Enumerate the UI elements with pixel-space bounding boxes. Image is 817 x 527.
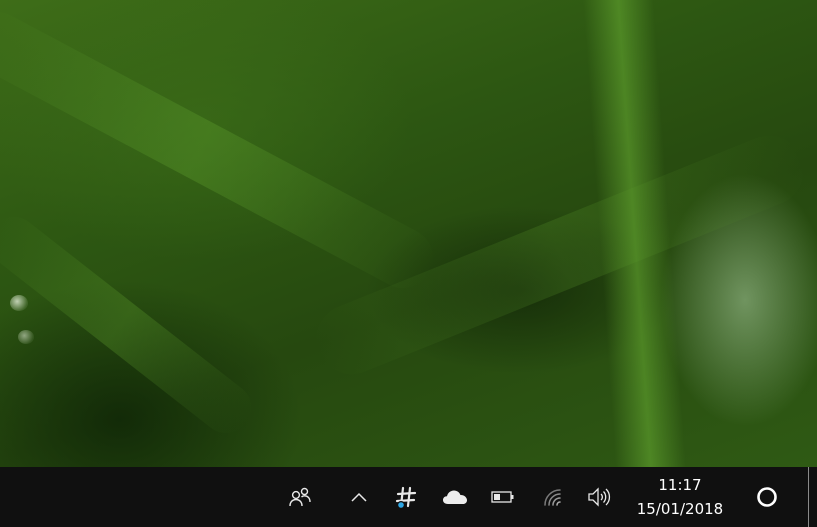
taskbar-clock[interactable]: 11:17 15/01/2018 (628, 467, 732, 527)
wallpaper-droplet (18, 330, 34, 344)
volume-button[interactable] (585, 467, 613, 527)
battery-icon (491, 491, 514, 503)
onedrive-cloud-icon (443, 490, 467, 504)
network-button[interactable] (539, 467, 567, 527)
onedrive-button[interactable] (440, 467, 470, 527)
clock-date: 15/01/2018 (636, 500, 724, 518)
show-desktop-button[interactable] (808, 467, 809, 527)
slack-icon (395, 486, 417, 509)
chevron-up-icon (351, 492, 367, 502)
desktop-wallpaper (0, 0, 817, 467)
cortana-button[interactable] (752, 467, 782, 527)
volume-icon (588, 487, 611, 507)
wallpaper-grass-blade (0, 206, 262, 444)
taskbar: 11:17 15/01/2018 (0, 467, 817, 527)
cortana-circle-icon (757, 487, 777, 507)
slack-tray-button[interactable] (392, 467, 420, 527)
people-button[interactable] (282, 467, 318, 527)
wallpaper-droplet (10, 295, 28, 311)
wifi-icon (544, 489, 561, 506)
show-hidden-icons-button[interactable] (345, 467, 373, 527)
people-icon (289, 487, 311, 507)
battery-button[interactable] (489, 467, 517, 527)
clock-time: 11:17 (658, 476, 702, 494)
